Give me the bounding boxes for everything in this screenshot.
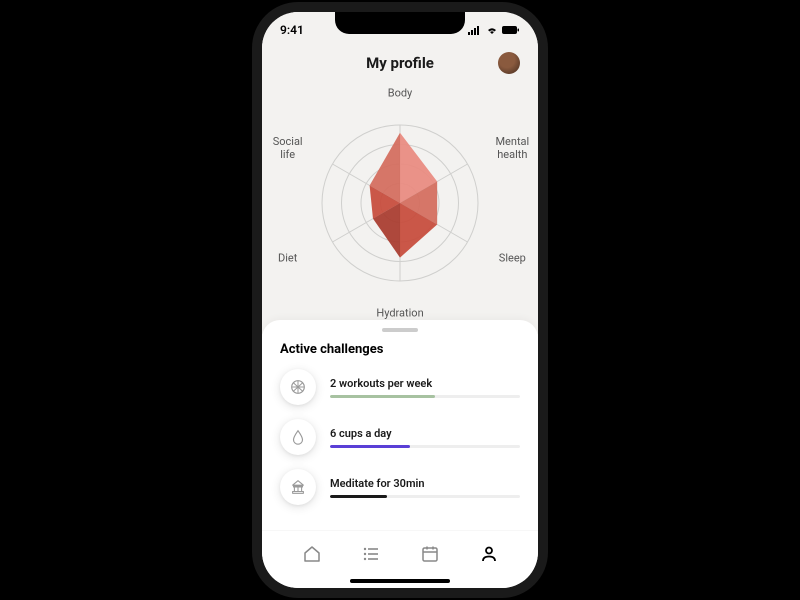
progress-fill bbox=[330, 445, 410, 448]
challenge-label: Meditate for 30min bbox=[330, 477, 520, 490]
nav-home[interactable] bbox=[299, 541, 325, 567]
challenge-label: 6 cups a day bbox=[330, 427, 520, 440]
profile-upper: My profile Body Mentalhealth Sleep Hydratio… bbox=[262, 12, 538, 334]
challenge-body: Meditate for 30min bbox=[330, 477, 520, 498]
nav-profile[interactable] bbox=[476, 541, 502, 567]
page-title: My profile bbox=[366, 54, 434, 72]
calendar-icon bbox=[420, 544, 440, 564]
nav-list[interactable] bbox=[358, 541, 384, 567]
challenge-item[interactable]: 2 workouts per week bbox=[280, 369, 520, 405]
section-title: Active challenges bbox=[280, 342, 520, 357]
avatar[interactable] bbox=[498, 52, 520, 74]
progress-track bbox=[330, 445, 520, 448]
header: My profile bbox=[262, 48, 538, 78]
radar-axis-label: Diet bbox=[262, 251, 316, 264]
progress-track bbox=[330, 395, 520, 398]
signal-icon bbox=[468, 25, 482, 35]
radar-axis-label: Hydration bbox=[372, 306, 428, 319]
radar-chart: Body Mentalhealth Sleep Hydration Diet Social… bbox=[262, 78, 538, 328]
nav-calendar[interactable] bbox=[417, 541, 443, 567]
sheet-grab-handle[interactable] bbox=[382, 328, 418, 332]
status-right bbox=[468, 25, 520, 35]
droplet-icon bbox=[280, 419, 316, 455]
basketball-icon bbox=[280, 369, 316, 405]
challenges-sheet[interactable]: Active challenges 2 workouts per week 6 c… bbox=[262, 320, 538, 530]
home-icon bbox=[302, 544, 322, 564]
radar-axis-label: Sociallife bbox=[262, 135, 316, 161]
challenge-list: 2 workouts per week 6 cups a day Meditate … bbox=[280, 369, 520, 505]
challenge-item[interactable]: 6 cups a day bbox=[280, 419, 520, 455]
temple-icon bbox=[280, 469, 316, 505]
radar-svg bbox=[300, 103, 500, 303]
radar-axis-label: Sleep bbox=[484, 251, 538, 264]
challenge-item[interactable]: Meditate for 30min bbox=[280, 469, 520, 505]
progress-track bbox=[330, 495, 520, 498]
wifi-icon bbox=[485, 25, 499, 35]
challenge-body: 2 workouts per week bbox=[330, 377, 520, 398]
radar-axis-label: Body bbox=[372, 86, 428, 99]
radar-axis-label: Mentalhealth bbox=[484, 135, 538, 161]
home-indicator[interactable] bbox=[350, 579, 450, 583]
status-time: 9:41 bbox=[280, 23, 304, 37]
challenge-body: 6 cups a day bbox=[330, 427, 520, 448]
progress-fill bbox=[330, 395, 435, 398]
challenge-label: 2 workouts per week bbox=[330, 377, 520, 390]
progress-fill bbox=[330, 495, 387, 498]
battery-icon bbox=[502, 25, 520, 35]
phone-frame: 9:41 My profile Body Mentalhealth Sleep Hyd… bbox=[262, 12, 538, 588]
device-notch bbox=[335, 12, 465, 34]
list-icon bbox=[361, 544, 381, 564]
profile-icon bbox=[479, 544, 499, 564]
